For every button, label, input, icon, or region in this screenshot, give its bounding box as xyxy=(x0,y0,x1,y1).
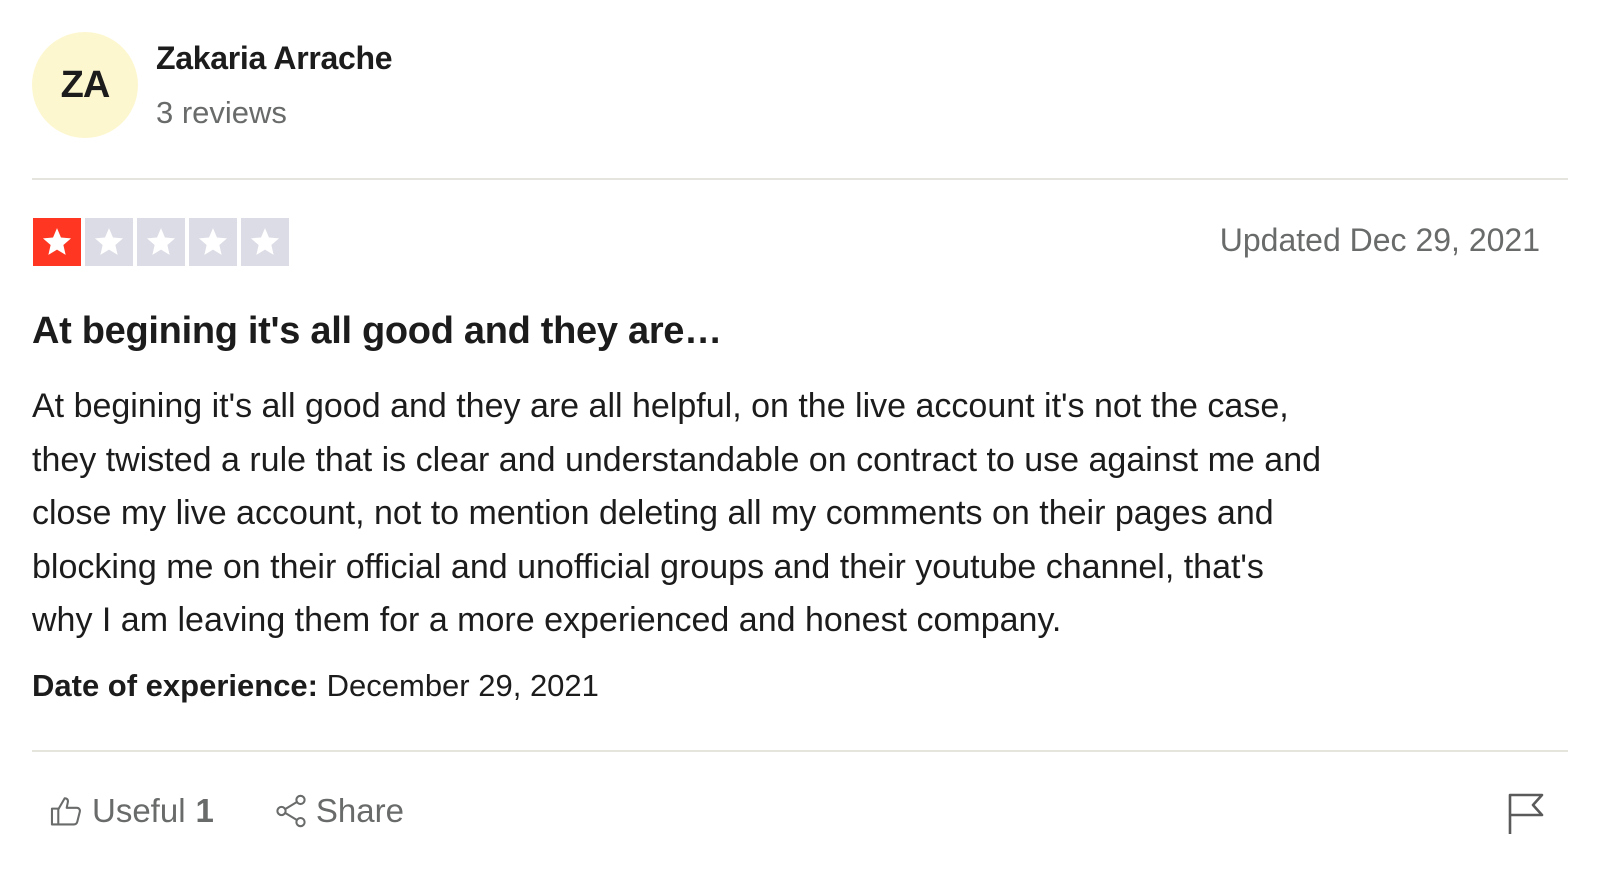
experience-label: Date of experience: xyxy=(32,668,318,703)
share-icon xyxy=(276,794,306,828)
star-rating xyxy=(33,218,289,266)
review-body-line: they twisted a rule that is clear and un… xyxy=(32,440,1322,479)
report-button[interactable] xyxy=(1506,792,1546,836)
star-empty-icon xyxy=(241,218,289,266)
review-body-line: At begining it's all good and they are a… xyxy=(32,387,1289,425)
reviewer-review-count: 3 reviews xyxy=(156,95,287,130)
review-actions: Useful 1 Share xyxy=(48,792,404,830)
useful-count: 1 xyxy=(195,792,214,829)
star-empty-icon xyxy=(85,218,133,266)
thumbs-up-icon xyxy=(50,797,81,826)
reviewer-name[interactable]: Zakaria Arrache xyxy=(156,40,393,77)
experience-date: December 29, 2021 xyxy=(326,668,599,703)
avatar-initials: ZA xyxy=(60,63,111,106)
header-divider xyxy=(32,178,1568,180)
share-button[interactable]: Share xyxy=(272,792,404,830)
review-title[interactable]: At begining it's all good and they are… xyxy=(32,310,722,353)
share-label: Share xyxy=(315,792,404,829)
useful-button[interactable]: Useful 1 xyxy=(48,792,214,830)
useful-label: Useful xyxy=(92,792,186,829)
avatar[interactable]: ZA xyxy=(32,32,138,138)
updated-date: Updated Dec 29, 2021 xyxy=(1219,222,1540,258)
review-body-line: why I am leaving them for a more experie… xyxy=(32,601,1062,640)
review-body-line: blocking me on their official and unoffi… xyxy=(32,547,1264,586)
star-empty-icon xyxy=(137,218,185,266)
star-empty-icon xyxy=(189,218,237,266)
flag-icon xyxy=(1508,793,1544,834)
date-of-experience: Date of experience: December 29, 2021 xyxy=(32,668,599,704)
footer-divider xyxy=(32,750,1568,752)
star-filled-icon xyxy=(33,218,81,266)
review-body-line: close my live account, not to mention de… xyxy=(32,494,1274,533)
review-body: At begining it's all good and they are a… xyxy=(32,380,1562,648)
reviewer-header: ZA Zakaria Arrache 3 reviews xyxy=(32,32,393,138)
reviewer-info: Zakaria Arrache 3 reviews xyxy=(156,40,393,131)
